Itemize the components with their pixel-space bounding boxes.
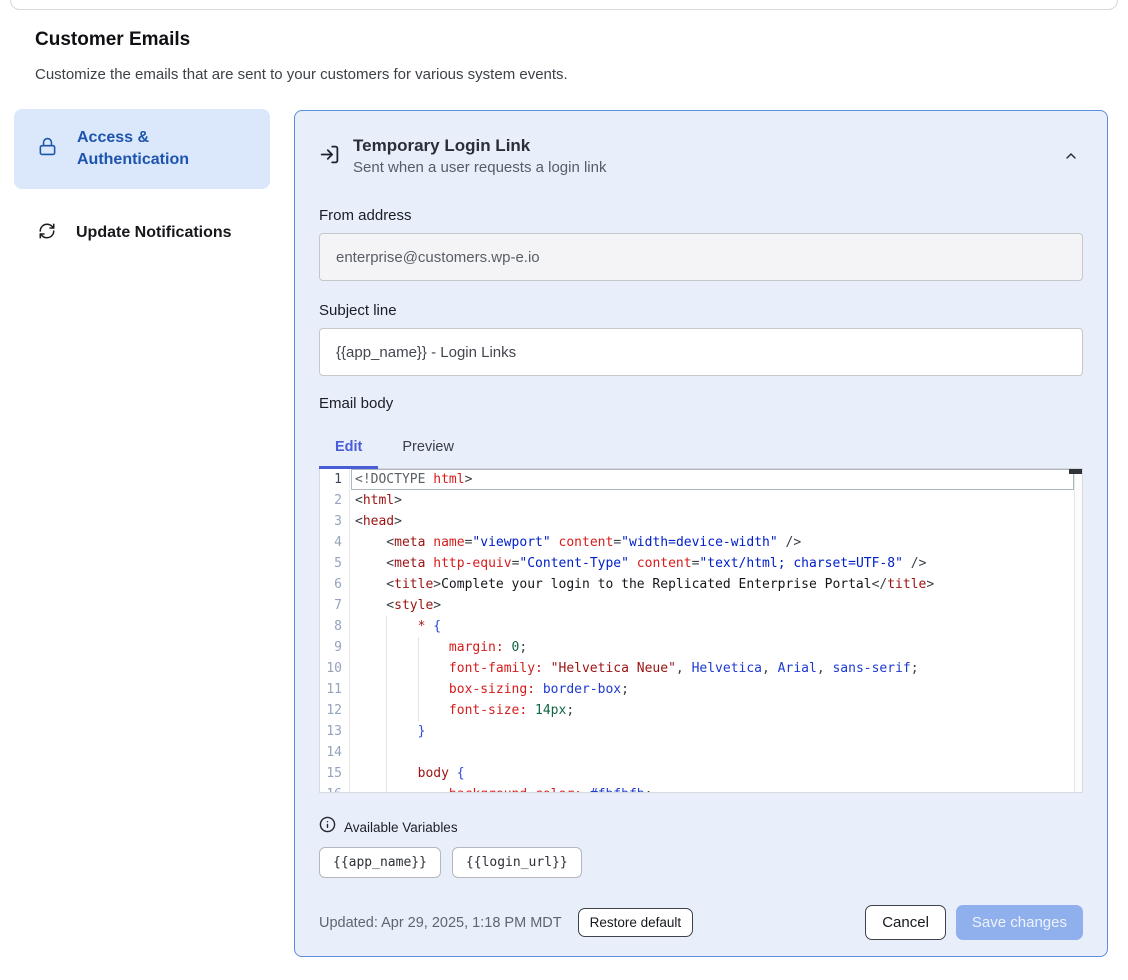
restore-default-button[interactable]: Restore default	[578, 908, 694, 937]
chevron-up-icon	[1063, 148, 1079, 167]
panel-subtitle: Sent when a user requests a login link	[353, 157, 606, 179]
line-number: 4	[320, 532, 349, 553]
code-line: font-family: "Helvetica Neue", Helvetica…	[355, 658, 1074, 679]
code-line: font-size: 14px;	[355, 700, 1074, 721]
from-address-input[interactable]	[319, 233, 1083, 281]
code-line: <meta http-equiv="Content-Type" content=…	[355, 553, 1074, 574]
code-line: <style>	[355, 595, 1074, 616]
code-line	[355, 742, 1074, 763]
sidebar-item-access-authentication[interactable]: Access & Authentication	[14, 109, 270, 189]
page-subtitle: Customize the emails that are sent to yo…	[35, 66, 568, 83]
code-line: <title>Complete your login to the Replic…	[355, 574, 1074, 595]
cancel-button[interactable]: Cancel	[865, 905, 946, 940]
temporary-login-link-panel: Temporary Login Link Sent when a user re…	[294, 110, 1108, 957]
available-variables-row: Available Variables	[319, 816, 1083, 838]
subject-line-input[interactable]	[319, 328, 1083, 376]
line-number: 10	[320, 658, 349, 679]
panel-header: Temporary Login Link Sent when a user re…	[319, 135, 1083, 179]
page-title: Customer Emails	[35, 29, 190, 51]
variable-chip-app-name[interactable]: {{app_name}}	[319, 847, 441, 878]
editor-gutter: 12345678910111213141516	[320, 469, 350, 792]
code-line: body {	[355, 763, 1074, 784]
line-number: 2	[320, 490, 349, 511]
line-number: 5	[320, 553, 349, 574]
tab-edit[interactable]: Edit	[319, 433, 378, 468]
subject-line-label: Subject line	[319, 302, 1083, 319]
line-number: 12	[320, 700, 349, 721]
info-icon	[319, 816, 336, 838]
code-line: background-color: #fbfbfb;	[355, 784, 1074, 792]
panel-title: Temporary Login Link	[353, 135, 606, 157]
line-number: 8	[320, 616, 349, 637]
previous-card-bottom-edge	[10, 0, 1118, 10]
sidebar-item-update-notifications[interactable]: Update Notifications	[14, 209, 270, 257]
sidebar-item-label: Update Notifications	[76, 222, 232, 244]
collapse-panel-button[interactable]	[1059, 144, 1083, 171]
line-number: 16	[320, 784, 349, 793]
email-types-sidebar: Access & Authentication Update Notificat…	[14, 109, 270, 257]
line-number: 14	[320, 742, 349, 763]
line-number: 11	[320, 679, 349, 700]
email-body-editor[interactable]: 12345678910111213141516 <!DOCTYPE html><…	[319, 469, 1083, 793]
code-line: margin: 0;	[355, 637, 1074, 658]
line-number: 15	[320, 763, 349, 784]
code-line: <head>	[355, 511, 1074, 532]
code-line: box-sizing: border-box;	[355, 679, 1074, 700]
line-number: 9	[320, 637, 349, 658]
code-line: }	[355, 721, 1074, 742]
available-variables-label: Available Variables	[344, 820, 458, 835]
line-number: 3	[320, 511, 349, 532]
code-line: <!DOCTYPE html>	[355, 469, 1074, 490]
line-number: 7	[320, 595, 349, 616]
from-address-label: From address	[319, 207, 1083, 224]
log-in-icon	[319, 144, 340, 170]
line-number: 13	[320, 721, 349, 742]
tab-preview[interactable]: Preview	[386, 433, 470, 468]
editor-code-area[interactable]: <!DOCTYPE html><html><head> <meta name="…	[351, 469, 1074, 792]
variable-chips: {{app_name}} {{login_url}}	[319, 847, 1083, 878]
line-number: 1	[320, 469, 349, 490]
editor-scrollbar-thumb[interactable]	[1069, 469, 1082, 474]
code-line: * {	[355, 616, 1074, 637]
lock-icon	[38, 137, 57, 161]
code-line: <html>	[355, 490, 1074, 511]
sidebar-item-label: Access & Authentication	[77, 127, 256, 171]
updated-timestamp: Updated: Apr 29, 2025, 1:18 PM MDT	[319, 915, 562, 931]
line-number: 6	[320, 574, 349, 595]
email-body-label: Email body	[319, 395, 1083, 412]
panel-footer: Updated: Apr 29, 2025, 1:18 PM MDT Resto…	[319, 905, 1083, 940]
email-body-tabs: Edit Preview	[319, 433, 1083, 469]
save-changes-button[interactable]: Save changes	[956, 905, 1083, 940]
refresh-icon	[38, 222, 56, 245]
variable-chip-login-url[interactable]: {{login_url}}	[452, 847, 582, 878]
editor-scrollbar-track[interactable]	[1074, 469, 1082, 792]
code-line: <meta name="viewport" content="width=dev…	[355, 532, 1074, 553]
